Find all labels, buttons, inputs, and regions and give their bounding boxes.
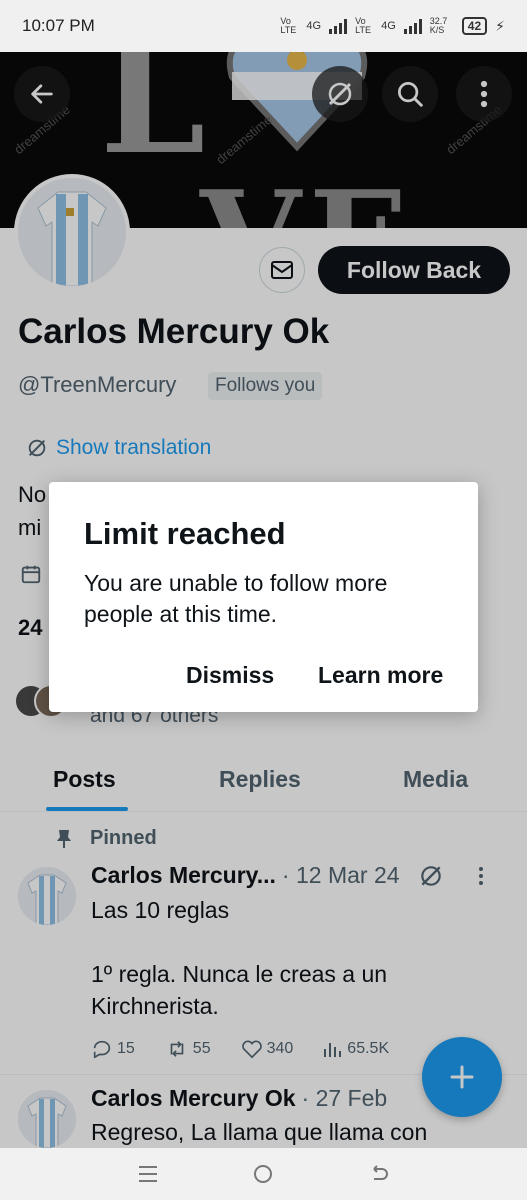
status-icons: Vo LTE 4G Vo LTE 4G 32.7 K/S 42 ⚡ <box>280 17 505 35</box>
net-type-1: 4G <box>306 20 322 32</box>
dialog-title: Limit reached <box>84 516 286 551</box>
signal-icon-2 <box>403 18 422 34</box>
limit-reached-dialog: Limit reached You are unable to follow m… <box>49 482 478 712</box>
network-label-2: Vo LTE <box>355 16 371 35</box>
network-label-1: Vo LTE <box>280 16 297 35</box>
home-icon[interactable] <box>252 1163 274 1185</box>
status-time: 10:07 PM <box>22 16 95 35</box>
recents-icon[interactable] <box>137 1164 159 1184</box>
signal-icon-1 <box>329 18 348 34</box>
net-type-2: 4G <box>381 20 396 32</box>
data-speed: 32.7 K/S <box>429 16 448 35</box>
dismiss-button[interactable]: Dismiss <box>186 662 274 689</box>
back-nav-icon[interactable] <box>368 1163 390 1185</box>
learn-more-button[interactable]: Learn more <box>318 662 443 689</box>
dialog-message: You are unable to follow more people at … <box>84 570 388 627</box>
status-bar: 10:07 PM Vo LTE 4G Vo LTE 4G 32.7 K/S 42… <box>0 0 527 52</box>
charging-icon: ⚡ <box>495 17 505 34</box>
battery-icon: 42 <box>461 17 488 35</box>
system-nav-bar <box>0 1148 527 1200</box>
